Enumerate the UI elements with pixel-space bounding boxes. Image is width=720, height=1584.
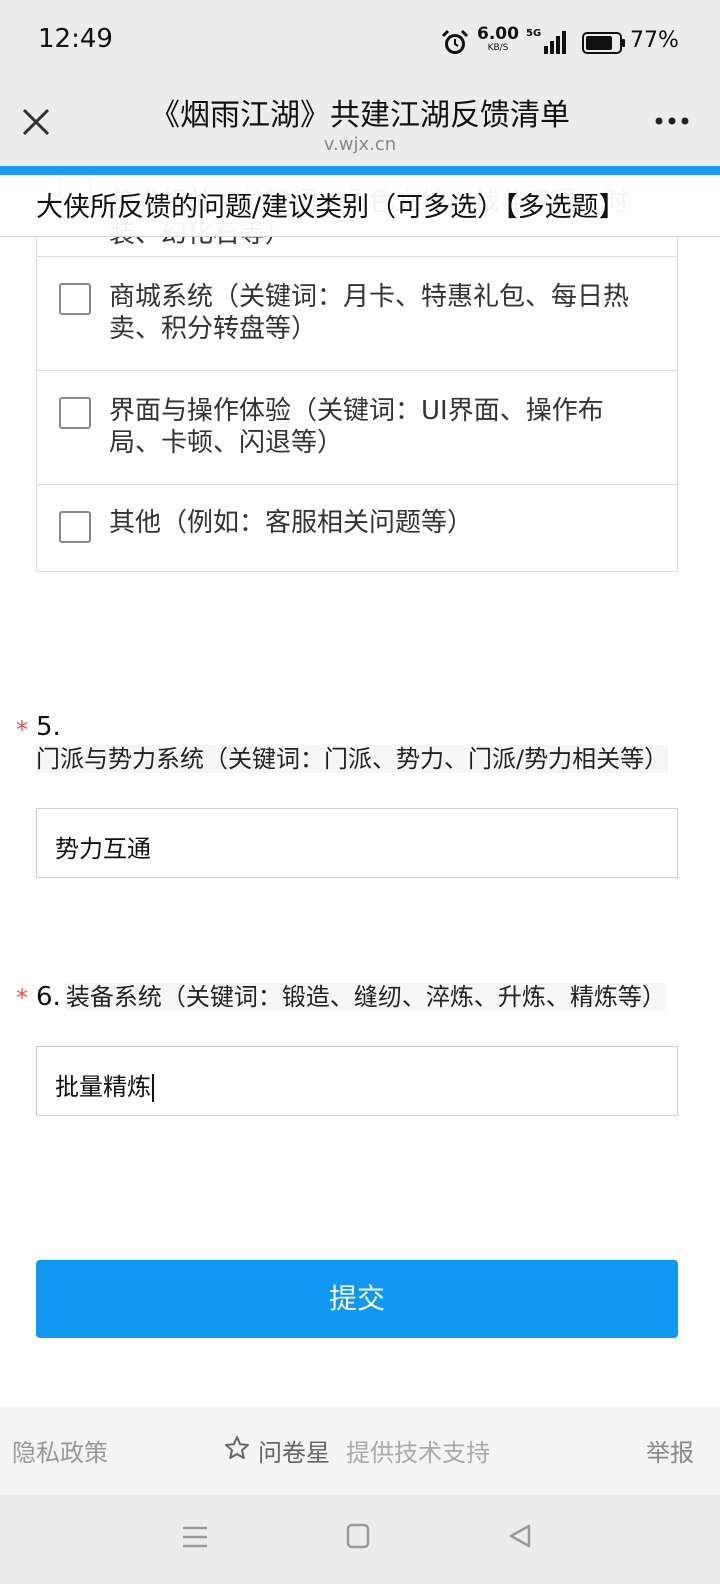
network-type: 5G	[526, 28, 542, 39]
question-6: * 6. 装备系统（关键词：锻造、缝纫、淬炼、升炼、精炼等） 批量精炼	[16, 980, 686, 1116]
signal-icon	[544, 31, 566, 54]
answer-text: 势力互通	[55, 835, 151, 863]
question-number: 5.	[36, 712, 61, 742]
privacy-policy-link[interactable]: 隐私政策	[12, 1433, 108, 1468]
status-bar: 12:49 6.00 KB/S 5G 77%	[0, 0, 720, 84]
option-label: 商城系统（关键词：月卡、特惠礼包、每日热卖、积分转盘等）	[109, 282, 630, 344]
checkbox[interactable]	[59, 511, 91, 543]
checkbox[interactable]	[59, 283, 91, 315]
submit-button[interactable]: 提交	[36, 1260, 678, 1338]
question-title: 装备系统（关键词：锻造、缝纫、淬炼、升炼、精炼等）	[65, 983, 666, 1011]
net-speed: 6.00 KB/S	[476, 24, 520, 54]
sticky-question-title: 大侠所反馈的问题/建议类别（可多选）【多选题】	[36, 192, 626, 223]
checkbox[interactable]	[59, 397, 91, 429]
option-label: 界面与操作体验（关键词：UI界面、操作布局、卡顿、闪退等）	[109, 396, 604, 458]
answer-input[interactable]: 批量精炼	[36, 1046, 678, 1116]
system-nav-bar	[0, 1495, 720, 1584]
answer-input[interactable]: 势力互通	[36, 808, 678, 878]
sticky-question-header: 大侠所反馈的问题/建议类别（可多选）【多选题】	[0, 175, 720, 237]
page-domain: v.wjx.cn	[323, 134, 397, 155]
option-ui-experience[interactable]: 界面与操作体验（关键词：UI界面、操作布局、卡顿、闪退等）	[37, 371, 677, 485]
required-mark: *	[16, 716, 28, 744]
battery-percent: 77%	[630, 28, 679, 53]
page-title: 《烟雨江湖》共建江湖反馈清单	[150, 98, 570, 133]
page-progress-bar	[0, 166, 720, 175]
survey-content[interactable]: 大侠所反馈的问题/建议类别（可多选）【多选题】 美术相关（关键词：角色立绘、战斗…	[0, 175, 720, 1407]
alarm-icon	[441, 29, 469, 54]
status-time: 12:49	[38, 24, 113, 54]
net-speed-value: 6.00	[477, 24, 519, 44]
home-square-icon[interactable]	[346, 1523, 370, 1549]
footer: 隐私政策 问卷星 提供技术支持 举报	[0, 1407, 720, 1495]
battery-icon	[582, 32, 625, 54]
question-title: 门派与势力系统（关键词：门派、势力、门派/势力相关等）	[36, 745, 669, 773]
multi-choice-options: 美术相关（关键词：角色立绘、战斗表现、时装、幻化石等） 商城系统（关键词：月卡、…	[36, 175, 678, 572]
text-caret	[152, 1074, 154, 1102]
menu-icon[interactable]	[182, 1525, 208, 1549]
question-number: 6.	[36, 982, 61, 1012]
net-speed-unit: KB/S	[487, 43, 509, 53]
option-shop[interactable]: 商城系统（关键词：月卡、特惠礼包、每日热卖、积分转盘等）	[37, 257, 677, 371]
more-icon[interactable]	[654, 116, 690, 126]
powered-by-text: 提供技术支持	[346, 1439, 490, 1467]
answer-text: 批量精炼	[55, 1073, 151, 1101]
option-label: 其他（例如：客服相关问题等）	[109, 508, 474, 538]
question-header: * 6. 装备系统（关键词：锻造、缝纫、淬炼、升炼、精炼等）	[16, 980, 686, 1014]
question-5: * 5. 门派与势力系统（关键词：门派、势力、门派/势力相关等） 势力互通	[16, 712, 686, 878]
back-triangle-icon[interactable]	[508, 1523, 532, 1549]
star-icon	[225, 1436, 249, 1459]
question-header: * 5. 门派与势力系统（关键词：门派、势力、门派/势力相关等）	[16, 712, 686, 776]
required-mark: *	[16, 984, 28, 1012]
brand-name[interactable]: 问卷星	[258, 1433, 330, 1468]
progress-fill	[0, 166, 720, 175]
title-bar: 《烟雨江湖》共建江湖反馈清单 v.wjx.cn	[0, 84, 720, 166]
report-link[interactable]: 举报	[646, 1433, 694, 1468]
option-other[interactable]: 其他（例如：客服相关问题等）	[37, 485, 677, 571]
